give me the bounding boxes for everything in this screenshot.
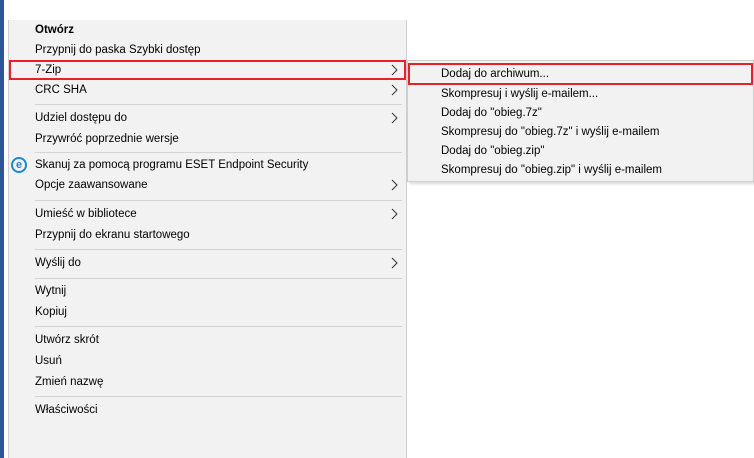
menu-item-label: Opcje zaawansowane xyxy=(35,179,148,191)
menu-item-label: 7-Zip xyxy=(35,64,62,76)
menu-item-label: Kopiuj xyxy=(35,306,67,318)
menu-separator xyxy=(35,278,402,279)
menu-item-label: Udziel dostępu do xyxy=(35,112,128,124)
menu-item-label: Zmień nazwę xyxy=(35,376,104,388)
submenu-item-label: Dodaj do archiwum... xyxy=(441,68,550,80)
menu-item-pin-quick-access[interactable]: Przypnij do paska Szybki dostęp xyxy=(9,40,406,60)
submenu-item-add-to-archive[interactable]: Dodaj do archiwum... xyxy=(408,63,753,85)
menu-item-label: Właściwości xyxy=(35,404,98,416)
eset-icon: e xyxy=(11,157,27,173)
menu-item-label: Przypnij do paska Szybki dostęp xyxy=(35,44,201,56)
menu-separator xyxy=(35,396,402,397)
menu-item-send-to[interactable]: Wyślij do xyxy=(9,253,406,273)
chevron-right-icon xyxy=(391,208,398,220)
menu-item-7zip[interactable]: 7-Zip xyxy=(9,60,406,80)
menu-item-label: Usuń xyxy=(35,355,62,367)
menu-item-eset-scan[interactable]: e Skanuj za pomocą programu ESET Endpoin… xyxy=(9,155,406,175)
menu-item-properties[interactable]: Właściwości xyxy=(9,400,406,420)
menu-separator xyxy=(35,104,402,105)
menu-item-crc-sha[interactable]: CRC SHA xyxy=(9,80,406,100)
menu-item-label: Przypnij do ekranu startowego xyxy=(35,229,190,241)
menu-item-label: Skanuj za pomocą programu ESET Endpoint … xyxy=(35,159,309,171)
menu-item-label: Otwórz xyxy=(35,24,74,36)
submenu-item-compress-zip-email[interactable]: Skompresuj do "obieg.zip" i wyślij e-mai… xyxy=(408,159,753,181)
menu-item-label: Przywróć poprzednie wersje xyxy=(35,133,179,145)
menu-item-label: Utwórz skrót xyxy=(35,334,99,346)
chevron-right-icon xyxy=(391,64,398,76)
menu-item-delete[interactable]: Usuń xyxy=(9,351,406,371)
menu-item-share-with[interactable]: Udziel dostępu do xyxy=(9,108,406,128)
menu-item-label: Wyślij do xyxy=(35,257,81,269)
menu-item-pin-start[interactable]: Przypnij do ekranu startowego xyxy=(9,225,406,245)
submenu-item-label: Skompresuj do "obieg.zip" i wyślij e-mai… xyxy=(441,164,662,176)
chevron-right-icon xyxy=(391,112,398,124)
context-menu: Otwórz Przypnij do paska Szybki dostęp 7… xyxy=(8,20,407,458)
menu-separator xyxy=(35,200,402,201)
chevron-right-icon xyxy=(391,257,398,269)
menu-item-label: Umieść w bibliotece xyxy=(35,208,137,220)
menu-item-create-shortcut[interactable]: Utwórz skrót xyxy=(9,330,406,350)
menu-item-rename[interactable]: Zmień nazwę xyxy=(9,372,406,392)
chevron-right-icon xyxy=(391,84,398,96)
menu-item-label: Wytnij xyxy=(35,285,67,297)
menu-item-cut[interactable]: Wytnij xyxy=(9,281,406,301)
window-edge xyxy=(0,0,4,458)
submenu-7zip: Dodaj do archiwum... Skompresuj i wyślij… xyxy=(407,60,754,182)
menu-separator xyxy=(35,249,402,250)
menu-item-include-in-library[interactable]: Umieść w bibliotece xyxy=(9,204,406,224)
menu-separator xyxy=(35,152,402,153)
menu-item-label: CRC SHA xyxy=(35,84,87,96)
menu-item-restore-versions[interactable]: Przywróć poprzednie wersje xyxy=(9,129,406,149)
menu-item-copy[interactable]: Kopiuj xyxy=(9,302,406,322)
menu-separator xyxy=(35,326,402,327)
menu-item-open[interactable]: Otwórz xyxy=(9,20,406,40)
chevron-right-icon xyxy=(391,179,398,191)
menu-item-advanced-options[interactable]: Opcje zaawansowane xyxy=(9,175,406,195)
